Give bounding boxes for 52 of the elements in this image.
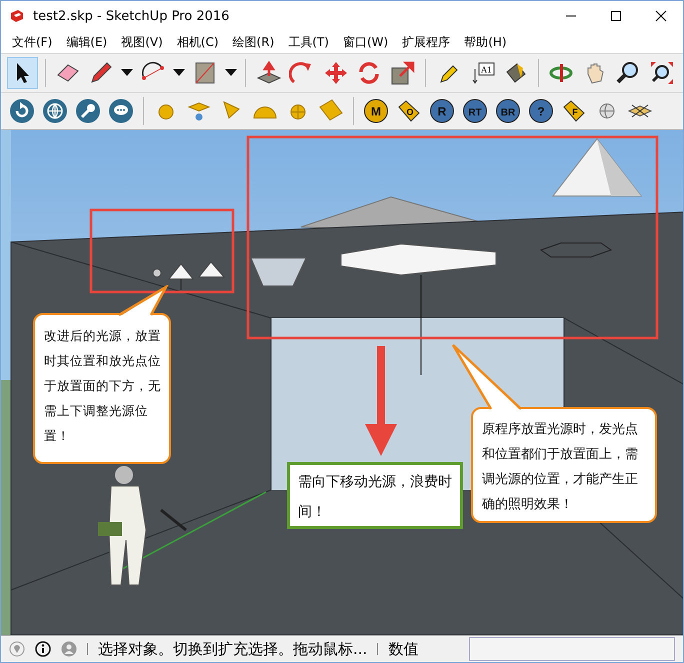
callout-text: 需向下移动光源，浪费时间！ — [298, 473, 453, 522]
text-tool-label: A1 — [481, 66, 492, 74]
scale-box-icon — [390, 60, 416, 86]
badge-label: R — [438, 104, 446, 118]
caret-icon — [121, 69, 134, 77]
menu-item[interactable]: 扩展程序 — [395, 34, 458, 50]
info-icon — [35, 641, 51, 657]
menu-item[interactable]: 绘图(R) — [226, 34, 282, 50]
menu-item[interactable]: 帮助(H) — [457, 34, 514, 50]
menu-item[interactable]: 工具(T) — [281, 34, 336, 50]
badge-label: ? — [537, 104, 545, 118]
tool-button[interactable]: M — [361, 95, 391, 127]
globe-icon — [42, 98, 68, 124]
tool-button[interactable]: F — [559, 95, 589, 127]
tool-button[interactable]: R — [427, 95, 457, 127]
measurements-label: 数值 — [388, 640, 418, 658]
caret-icon — [224, 69, 237, 77]
bowl-light — [250, 258, 307, 286]
tool-button[interactable]: ? — [526, 95, 556, 127]
chat-bubble-icon — [108, 98, 134, 124]
app-logo-icon — [9, 8, 25, 24]
menu-item[interactable]: 文件(F) — [5, 34, 60, 50]
menu-item[interactable]: 编辑(E) — [59, 34, 114, 50]
status-message: 选择对象。切换到扩充选择。拖动鼠标... — [98, 640, 368, 658]
refresh-icon — [9, 98, 35, 124]
callout-text: 原程序放置光源时，发光点和位置都们于放置面上，需调光源的位置，才能产生正确的照明效果！ — [482, 421, 639, 514]
tool-button[interactable]: RT — [460, 95, 490, 127]
tag-label: F — [572, 107, 578, 117]
tag-label: O — [406, 107, 414, 117]
key-icon — [75, 98, 101, 124]
close-icon — [654, 10, 666, 22]
tool-button[interactable]: BR — [493, 95, 523, 127]
user-icon — [61, 641, 77, 657]
pencil-icon — [88, 60, 114, 86]
callout-text: 改进后的光源，放置时其位置和放光点位于放置面的下方，无需上下调整光源位置！ — [44, 327, 162, 445]
tool-button[interactable] — [7, 57, 38, 89]
four-way-arrow-icon — [322, 60, 349, 86]
zoom-extents-icon — [648, 60, 675, 86]
location-pin-icon — [9, 641, 25, 657]
push-pull-icon — [256, 60, 282, 86]
tool-button[interactable]: O — [394, 95, 424, 127]
measurements-field[interactable] — [469, 637, 675, 661]
tool-button[interactable]: A1 — [466, 57, 498, 89]
window-title: test2.skp - SketchUp Pro 2016 — [33, 8, 230, 24]
menu-item[interactable]: 窗口(W) — [336, 34, 396, 50]
caret-icon — [173, 69, 186, 77]
badge-label: RT — [468, 108, 482, 118]
badge-label: BR — [500, 108, 516, 118]
menu-item[interactable]: 相机(C) — [170, 34, 226, 50]
badge-label: M — [371, 104, 381, 118]
menu-item[interactable]: 视图(V) — [114, 34, 170, 50]
maximize-icon — [610, 10, 622, 22]
